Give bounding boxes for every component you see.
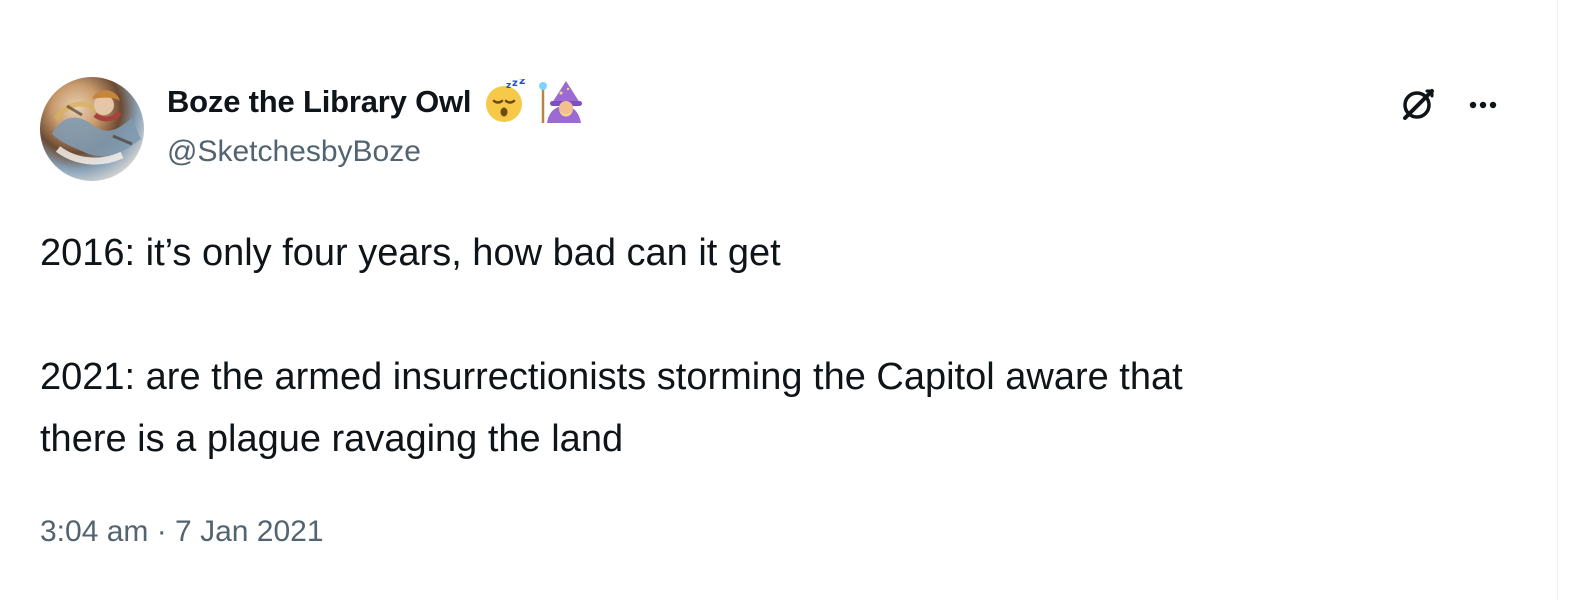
author-display-name[interactable]: Boze the Library Owl bbox=[167, 84, 472, 120]
tweet-timestamp[interactable]: 3:04 am · 7 Jan 2021 bbox=[40, 515, 324, 549]
sleeping-face-emoji-icon: z z z bbox=[481, 79, 527, 125]
page-divider bbox=[1557, 0, 1580, 600]
more-icon[interactable] bbox=[1460, 82, 1506, 128]
svg-text:z: z bbox=[519, 79, 525, 87]
tweet-text: 2016: it’s only four years, how bad can … bbox=[40, 232, 1183, 460]
tweet-card: Boze the Library Owl z z z @SketchesbyBo… bbox=[0, 0, 1580, 600]
svg-text:z: z bbox=[512, 79, 518, 89]
grok-icon[interactable] bbox=[1395, 82, 1441, 128]
author-name-row: Boze the Library Owl z z z bbox=[167, 78, 583, 126]
mage-emoji-icon bbox=[537, 79, 583, 125]
svg-text:z: z bbox=[506, 81, 511, 91]
avatar[interactable] bbox=[40, 77, 144, 181]
author-handle[interactable]: @SketchesbyBoze bbox=[167, 135, 421, 169]
